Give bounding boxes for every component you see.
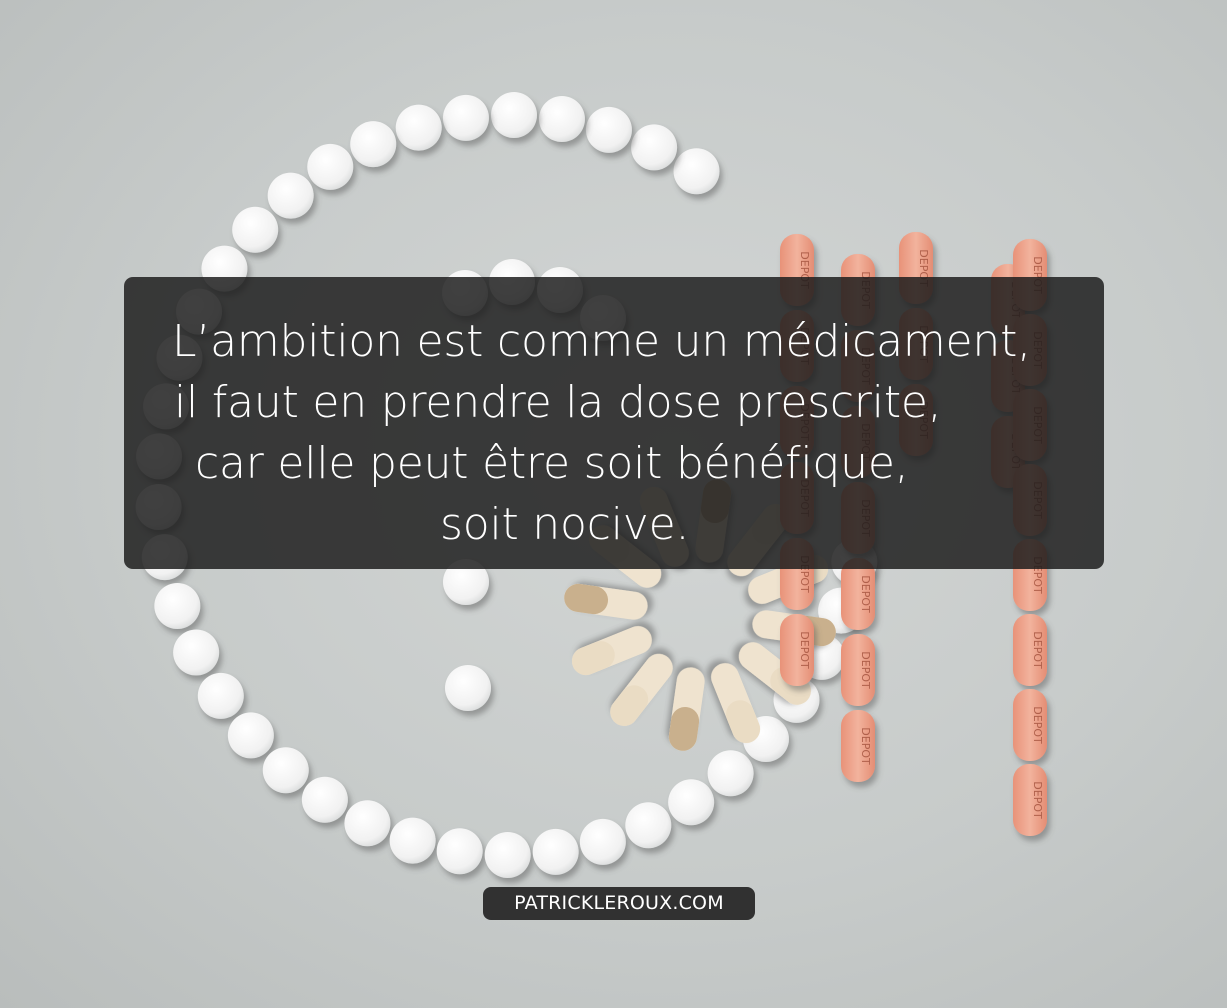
svg-text:DEPOT: DEPOT — [859, 575, 872, 613]
white-tablet — [442, 94, 489, 141]
website-credit: PATRICKLEROUX.COM — [483, 887, 755, 920]
quote-line-3: car elle peut être soit bénéfique, — [195, 438, 909, 489]
salmon-tablet: DEPOT — [841, 710, 875, 782]
white-tablet — [631, 124, 678, 171]
salmon-tablet: DEPOT — [1013, 764, 1047, 836]
svg-text:DEPOT: DEPOT — [1031, 706, 1044, 744]
photo-scene: DEPOT DEPOT DEPOT DEPOT DEPOT DEPOT DEPOT DEPOT… — [0, 0, 1227, 1008]
white-tablet — [301, 776, 348, 823]
white-tablet — [668, 779, 715, 826]
white-tablet — [436, 828, 483, 875]
quote-line-4: soit nocive. — [440, 499, 690, 550]
white-tablet — [197, 672, 244, 719]
quote-overlay: L’ambition est comme un médicament, il f… — [124, 277, 1104, 569]
white-tablet — [232, 206, 279, 253]
white-tablet — [532, 828, 579, 875]
svg-text:DEPOT: DEPOT — [798, 631, 811, 669]
white-tablet — [707, 750, 754, 797]
white-tablet — [262, 747, 309, 794]
svg-text:DEPOT: DEPOT — [1031, 631, 1044, 669]
svg-text:DEPOT: DEPOT — [859, 651, 872, 689]
white-tablet — [267, 172, 314, 219]
white-tablet — [585, 106, 632, 153]
white-tablet — [579, 818, 626, 865]
white-tablet — [227, 712, 274, 759]
white-tablet — [307, 143, 354, 190]
white-tablet — [395, 104, 442, 151]
salmon-tablet: DEPOT — [1013, 614, 1047, 686]
salmon-tablet: DEPOT — [841, 634, 875, 706]
salmon-tablet: DEPOT — [780, 614, 814, 686]
svg-text:DEPOT: DEPOT — [859, 727, 872, 765]
white-tablet — [490, 92, 537, 139]
capsule — [564, 583, 648, 620]
white-tablet — [673, 148, 720, 195]
white-tablet — [350, 121, 397, 168]
white-tablet — [445, 665, 491, 711]
white-tablet — [625, 802, 672, 849]
quote-line-2: il faut en prendre la dose prescrite, — [174, 377, 942, 428]
white-tablet — [154, 582, 201, 629]
white-tablet — [344, 800, 391, 847]
svg-text:DEPOT: DEPOT — [1031, 781, 1044, 819]
quote-line-1: L’ambition est comme un médicament, — [172, 316, 1031, 367]
white-tablet — [538, 96, 585, 143]
capsule — [668, 667, 705, 751]
salmon-tablet: DEPOT — [1013, 689, 1047, 761]
white-tablet — [173, 629, 220, 676]
white-tablet — [389, 817, 436, 864]
white-tablet — [484, 831, 531, 878]
